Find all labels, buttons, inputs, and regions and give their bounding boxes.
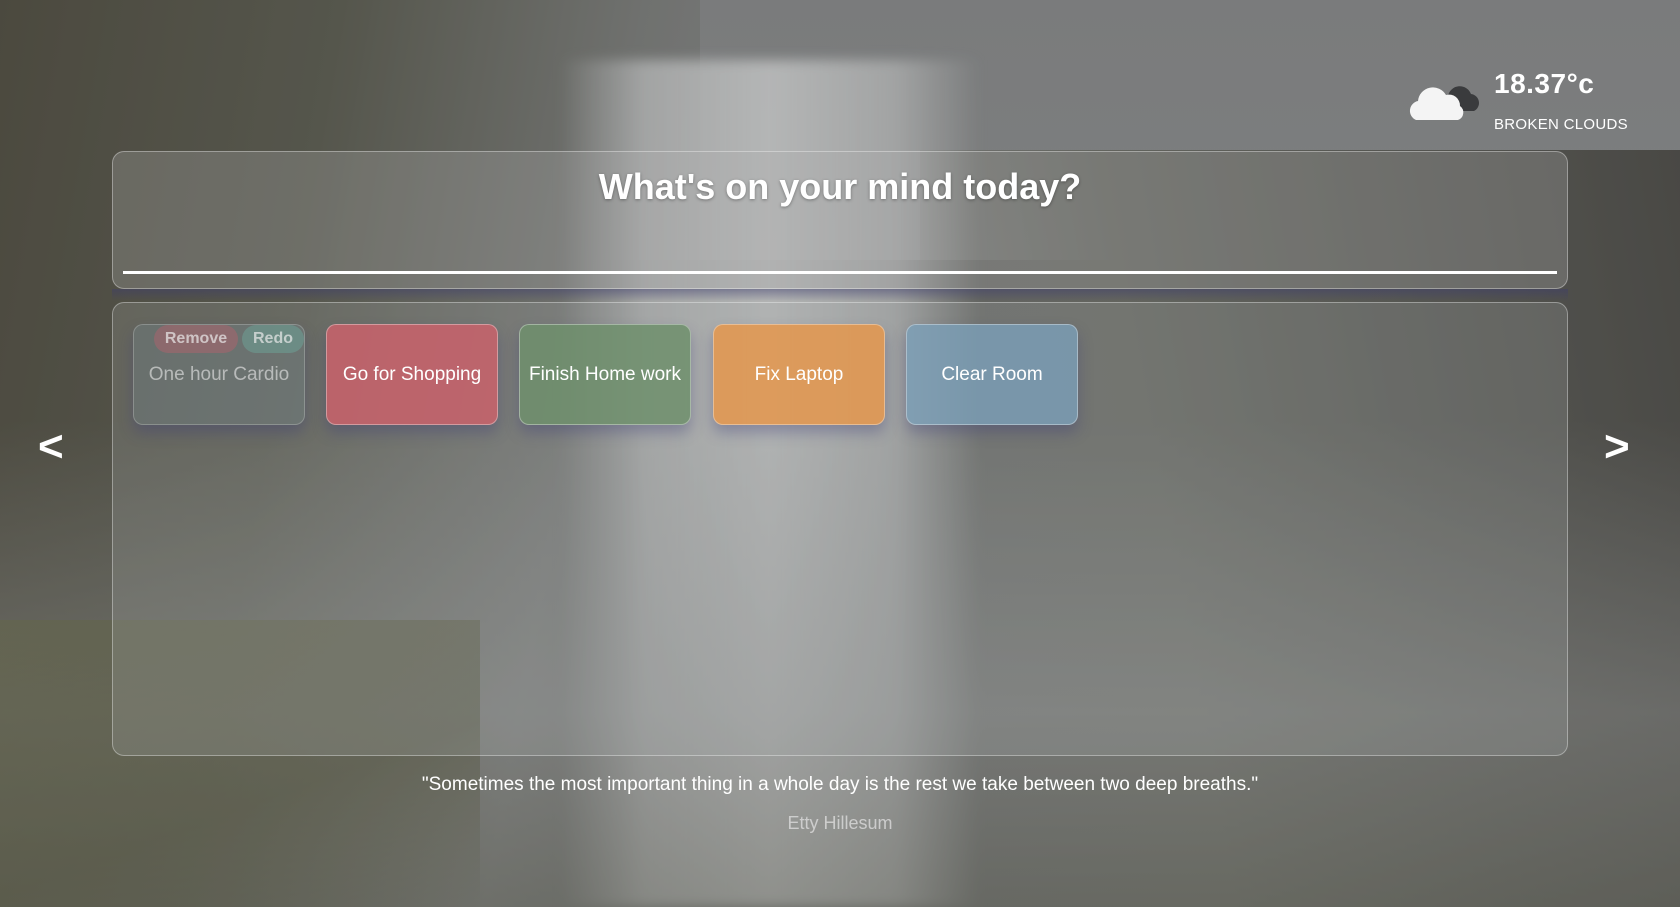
- task-board: Remove Redo One hour Cardio Go for Shopp…: [112, 302, 1568, 756]
- task-input-panel: What's on your mind today?: [112, 151, 1568, 289]
- previous-arrow-button[interactable]: <: [38, 425, 64, 469]
- task-label: Clear Room: [941, 363, 1043, 385]
- weather-widget: 18.37°c BROKEN CLOUDS: [1408, 66, 1638, 142]
- weather-description: BROKEN CLOUDS: [1494, 116, 1628, 133]
- task-label: Go for Shopping: [342, 363, 482, 385]
- task-card-one-hour-cardio[interactable]: Remove Redo One hour Cardio: [133, 324, 305, 425]
- remove-button[interactable]: Remove: [154, 325, 238, 353]
- quote-author: Etty Hillesum: [787, 813, 893, 833]
- input-panel-shadow: [112, 289, 1568, 301]
- temperature-value: 18.37°c: [1494, 68, 1595, 99]
- task-card-clear-room[interactable]: Clear Room: [906, 324, 1078, 425]
- quote-text: "Sometimes the most important thing in a…: [421, 774, 1259, 795]
- broken-clouds-icon: [1409, 86, 1479, 120]
- task-label: One hour Cardio: [148, 363, 290, 385]
- task-label: Finish Home work: [528, 363, 682, 385]
- task-card-fix-laptop[interactable]: Fix Laptop: [713, 324, 885, 425]
- next-arrow-button[interactable]: >: [1604, 425, 1630, 469]
- task-input[interactable]: [123, 230, 1557, 274]
- page-title: What's on your mind today?: [598, 166, 1082, 207]
- task-label: Fix Laptop: [754, 363, 844, 385]
- redo-button[interactable]: Redo: [242, 325, 304, 353]
- task-card-go-for-shopping[interactable]: Go for Shopping: [326, 324, 498, 425]
- task-card-finish-home-work[interactable]: Finish Home work: [519, 324, 691, 425]
